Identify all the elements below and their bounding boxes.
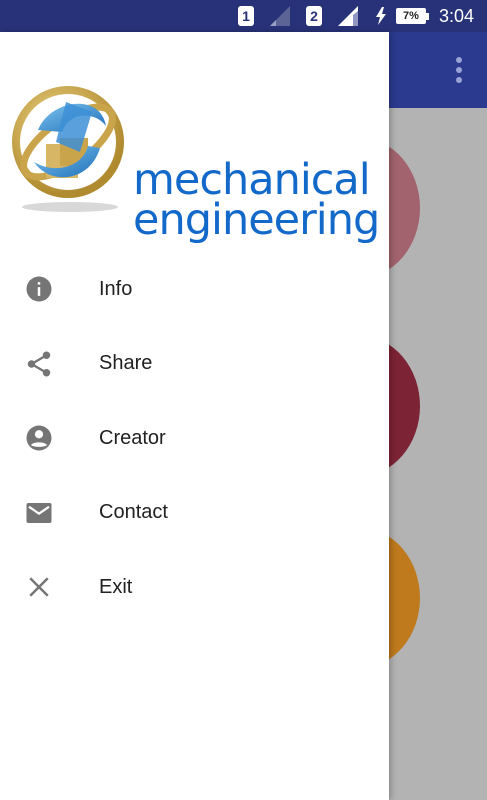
logo-text-line2: engineering bbox=[133, 195, 380, 245]
menu-item-info[interactable]: Info bbox=[0, 252, 389, 327]
logo-text-line1: mechanical bbox=[133, 155, 371, 205]
menu-item-label: Contact bbox=[99, 501, 168, 524]
menu-item-label: Info bbox=[99, 277, 133, 300]
menu-item-contact[interactable]: Contact bbox=[0, 476, 389, 551]
menu-item-share[interactable]: Share bbox=[0, 327, 389, 402]
email-icon bbox=[24, 498, 54, 528]
close-icon bbox=[24, 572, 54, 602]
info-icon bbox=[24, 274, 54, 304]
account-circle-icon bbox=[24, 423, 54, 453]
menu-item-label: Creator bbox=[99, 426, 166, 449]
share-icon bbox=[24, 349, 54, 379]
globe-logo-icon bbox=[12, 86, 124, 212]
menu-item-label: Share bbox=[99, 352, 153, 375]
menu-item-creator[interactable]: Creator bbox=[0, 401, 389, 476]
navigation-drawer: mechanical engineering Info Share Creato… bbox=[0, 32, 389, 800]
menu-item-exit[interactable]: Exit bbox=[0, 550, 389, 625]
menu-item-label: Exit bbox=[99, 575, 133, 598]
logo-text: mechanical engineering bbox=[133, 155, 380, 245]
app-logo: mechanical engineering bbox=[10, 82, 380, 242]
drawer-menu: Info Share Creator Contact Exit bbox=[0, 252, 389, 625]
